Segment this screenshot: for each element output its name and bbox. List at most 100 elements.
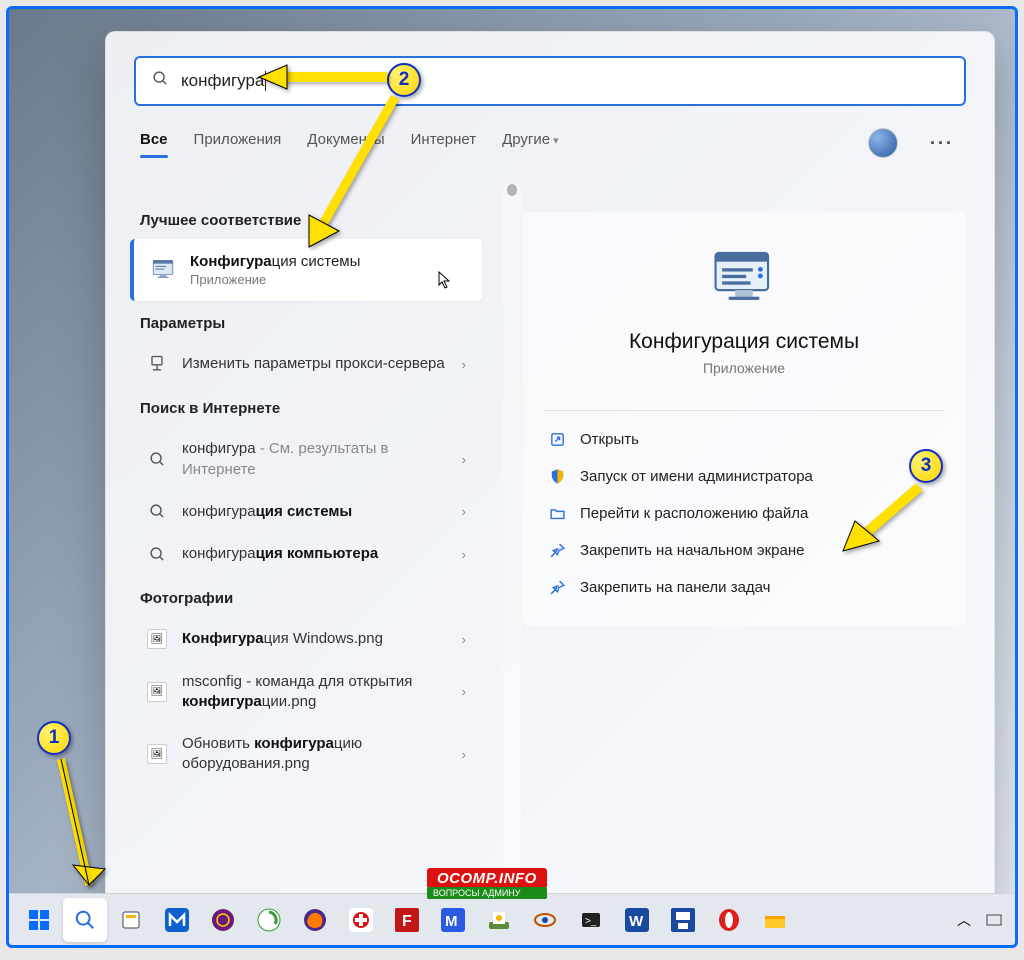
msconfig-large-icon xyxy=(709,242,779,312)
section-best-match-header: Лучшее соответствие xyxy=(124,198,488,239)
settings-result-proxy[interactable]: Изменить параметры прокси-сервера › xyxy=(130,344,482,384)
image-thumb-icon: 🖼 xyxy=(147,744,167,764)
taskbar-app-save[interactable] xyxy=(661,898,705,942)
taskbar-app-m[interactable]: M xyxy=(431,898,475,942)
taskbar-app-f[interactable]: F xyxy=(385,898,429,942)
search-results-column: Лучшее соответствие Конфигурация системы… xyxy=(106,182,496,910)
web-result-label: конфигура - См. результаты в Интернете xyxy=(182,439,448,480)
watermark-subtitle: ВОПРОСЫ АДМИНУ xyxy=(427,887,547,899)
action-label: Закрепить на панели задач xyxy=(580,579,771,596)
search-input-container[interactable]: конфигура xyxy=(134,56,966,106)
chevron-right-icon: › xyxy=(462,547,466,562)
tab-documents[interactable]: Документы xyxy=(307,131,384,156)
taskbar-app-eye[interactable] xyxy=(523,898,567,942)
web-result-2[interactable]: конфигурация системы › xyxy=(130,492,482,532)
taskbar-app-explorer[interactable] xyxy=(753,898,797,942)
svg-text:M: M xyxy=(445,913,458,930)
detail-preview-column: Конфигурация системы Приложение Открыть … xyxy=(496,182,994,910)
action-pin-to-start[interactable]: Закрепить на начальном экране xyxy=(522,532,966,569)
tab-apps[interactable]: Приложения xyxy=(194,131,282,156)
taskbar-app-terminal[interactable]: >_ xyxy=(569,898,613,942)
chevron-right-icon: › xyxy=(462,632,466,647)
photo-result-label: Конфигурация Windows.png xyxy=(182,629,448,649)
taskbar-app-word[interactable]: W xyxy=(615,898,659,942)
detail-card: Конфигурация системы Приложение Открыть … xyxy=(522,212,966,626)
photo-result-label: Обновить конфигурацию оборудования.png xyxy=(182,734,448,775)
photo-result-label: msconfig - команда для открытия конфигур… xyxy=(182,672,448,713)
open-icon xyxy=(548,431,566,448)
tab-more[interactable]: Другие▾ xyxy=(502,131,559,156)
settings-result-label: Изменить параметры прокси-сервера xyxy=(182,354,448,374)
action-label: Запуск от имени администратора xyxy=(580,468,813,485)
tab-internet[interactable]: Интернет xyxy=(411,131,476,156)
photo-result-2[interactable]: 🖼 msconfig - команда для открытия конфиг… xyxy=(130,662,482,723)
taskbar-app-green[interactable] xyxy=(247,898,291,942)
pin-icon xyxy=(548,579,566,596)
action-open-file-location[interactable]: Перейти к расположению файла xyxy=(522,495,966,532)
taskbar-app-1[interactable] xyxy=(109,898,153,942)
svg-text:F: F xyxy=(402,913,412,930)
taskbar-app-red[interactable] xyxy=(339,898,383,942)
taskbar-tray-chevron[interactable]: ︿ xyxy=(949,898,979,942)
search-icon xyxy=(146,503,168,520)
proxy-icon xyxy=(146,354,168,374)
taskbar-app-firefox[interactable] xyxy=(293,898,337,942)
start-button[interactable] xyxy=(17,898,61,942)
taskbar-tray-item[interactable] xyxy=(981,898,1007,942)
folder-icon xyxy=(548,505,566,522)
pin-icon xyxy=(548,542,566,559)
mouse-cursor-icon xyxy=(438,271,452,293)
photo-result-3[interactable]: 🖼 Обновить конфигурацию оборудования.png… xyxy=(130,724,482,785)
section-settings-header: Параметры xyxy=(124,301,488,342)
search-icon xyxy=(152,70,169,92)
web-result-1[interactable]: конфигура - См. результаты в Интернете › xyxy=(130,429,482,490)
search-icon xyxy=(146,451,168,468)
windows-search-panel: конфигура Все Приложения Документы Интер… xyxy=(105,31,995,911)
search-query-text: конфигура xyxy=(181,71,264,91)
msconfig-icon xyxy=(150,255,176,286)
image-thumb-icon: 🖼 xyxy=(147,629,167,649)
svg-text:>_: >_ xyxy=(585,916,597,927)
chevron-right-icon: › xyxy=(462,504,466,519)
section-photos-header: Фотографии xyxy=(124,576,488,617)
taskbar-search-button[interactable] xyxy=(63,898,107,942)
web-result-3[interactable]: конфигурация компьютера › xyxy=(130,534,482,574)
annotation-number: 1 xyxy=(37,721,71,755)
action-open[interactable]: Открыть xyxy=(522,421,966,458)
shield-icon xyxy=(548,468,566,485)
chevron-down-icon: ▾ xyxy=(553,135,559,147)
search-icon xyxy=(146,546,168,563)
taskbar-app-paint[interactable] xyxy=(477,898,521,942)
action-label: Открыть xyxy=(580,431,639,448)
section-web-header: Поиск в Интернете xyxy=(124,386,488,427)
best-match-result[interactable]: Конфигурация системы Приложение xyxy=(130,239,482,301)
user-avatar[interactable] xyxy=(868,128,898,158)
image-thumb-icon: 🖼 xyxy=(147,682,167,702)
taskbar: F M >_ W ︿ xyxy=(9,893,1015,945)
annotation-arrow-icon xyxy=(51,755,111,915)
action-pin-to-taskbar[interactable]: Закрепить на панели задач xyxy=(522,569,966,606)
action-label: Перейти к расположению файла xyxy=(580,505,808,522)
detail-title: Конфигурация системы xyxy=(532,330,956,354)
photo-result-1[interactable]: 🖼 Конфигурация Windows.png › xyxy=(130,619,482,659)
best-match-subtitle: Приложение xyxy=(190,272,360,287)
web-result-label: конфигурация компьютера xyxy=(182,544,448,564)
chevron-right-icon: › xyxy=(462,357,466,372)
web-result-label: конфигурация системы xyxy=(182,502,448,522)
annotation-callout-1: 1 xyxy=(37,721,71,755)
action-run-as-admin[interactable]: Запуск от имени администратора xyxy=(522,458,966,495)
taskbar-app-maxthon[interactable] xyxy=(155,898,199,942)
taskbar-app-browser[interactable] xyxy=(201,898,245,942)
chevron-right-icon: › xyxy=(462,452,466,467)
svg-text:W: W xyxy=(629,913,644,930)
taskbar-app-opera[interactable] xyxy=(707,898,751,942)
best-match-title: Конфигурация системы xyxy=(190,253,360,270)
watermark-badge: OCOMP.INFO ВОПРОСЫ АДМИНУ xyxy=(427,868,547,899)
tab-all[interactable]: Все xyxy=(140,131,168,156)
watermark-title: OCOMP.INFO xyxy=(427,868,547,889)
text-caret xyxy=(265,71,266,91)
more-options-button[interactable]: ··· xyxy=(924,133,960,154)
filter-tabs: Все Приложения Документы Интернет Другие… xyxy=(106,106,994,166)
chevron-right-icon: › xyxy=(462,684,466,699)
chevron-right-icon: › xyxy=(462,747,466,762)
